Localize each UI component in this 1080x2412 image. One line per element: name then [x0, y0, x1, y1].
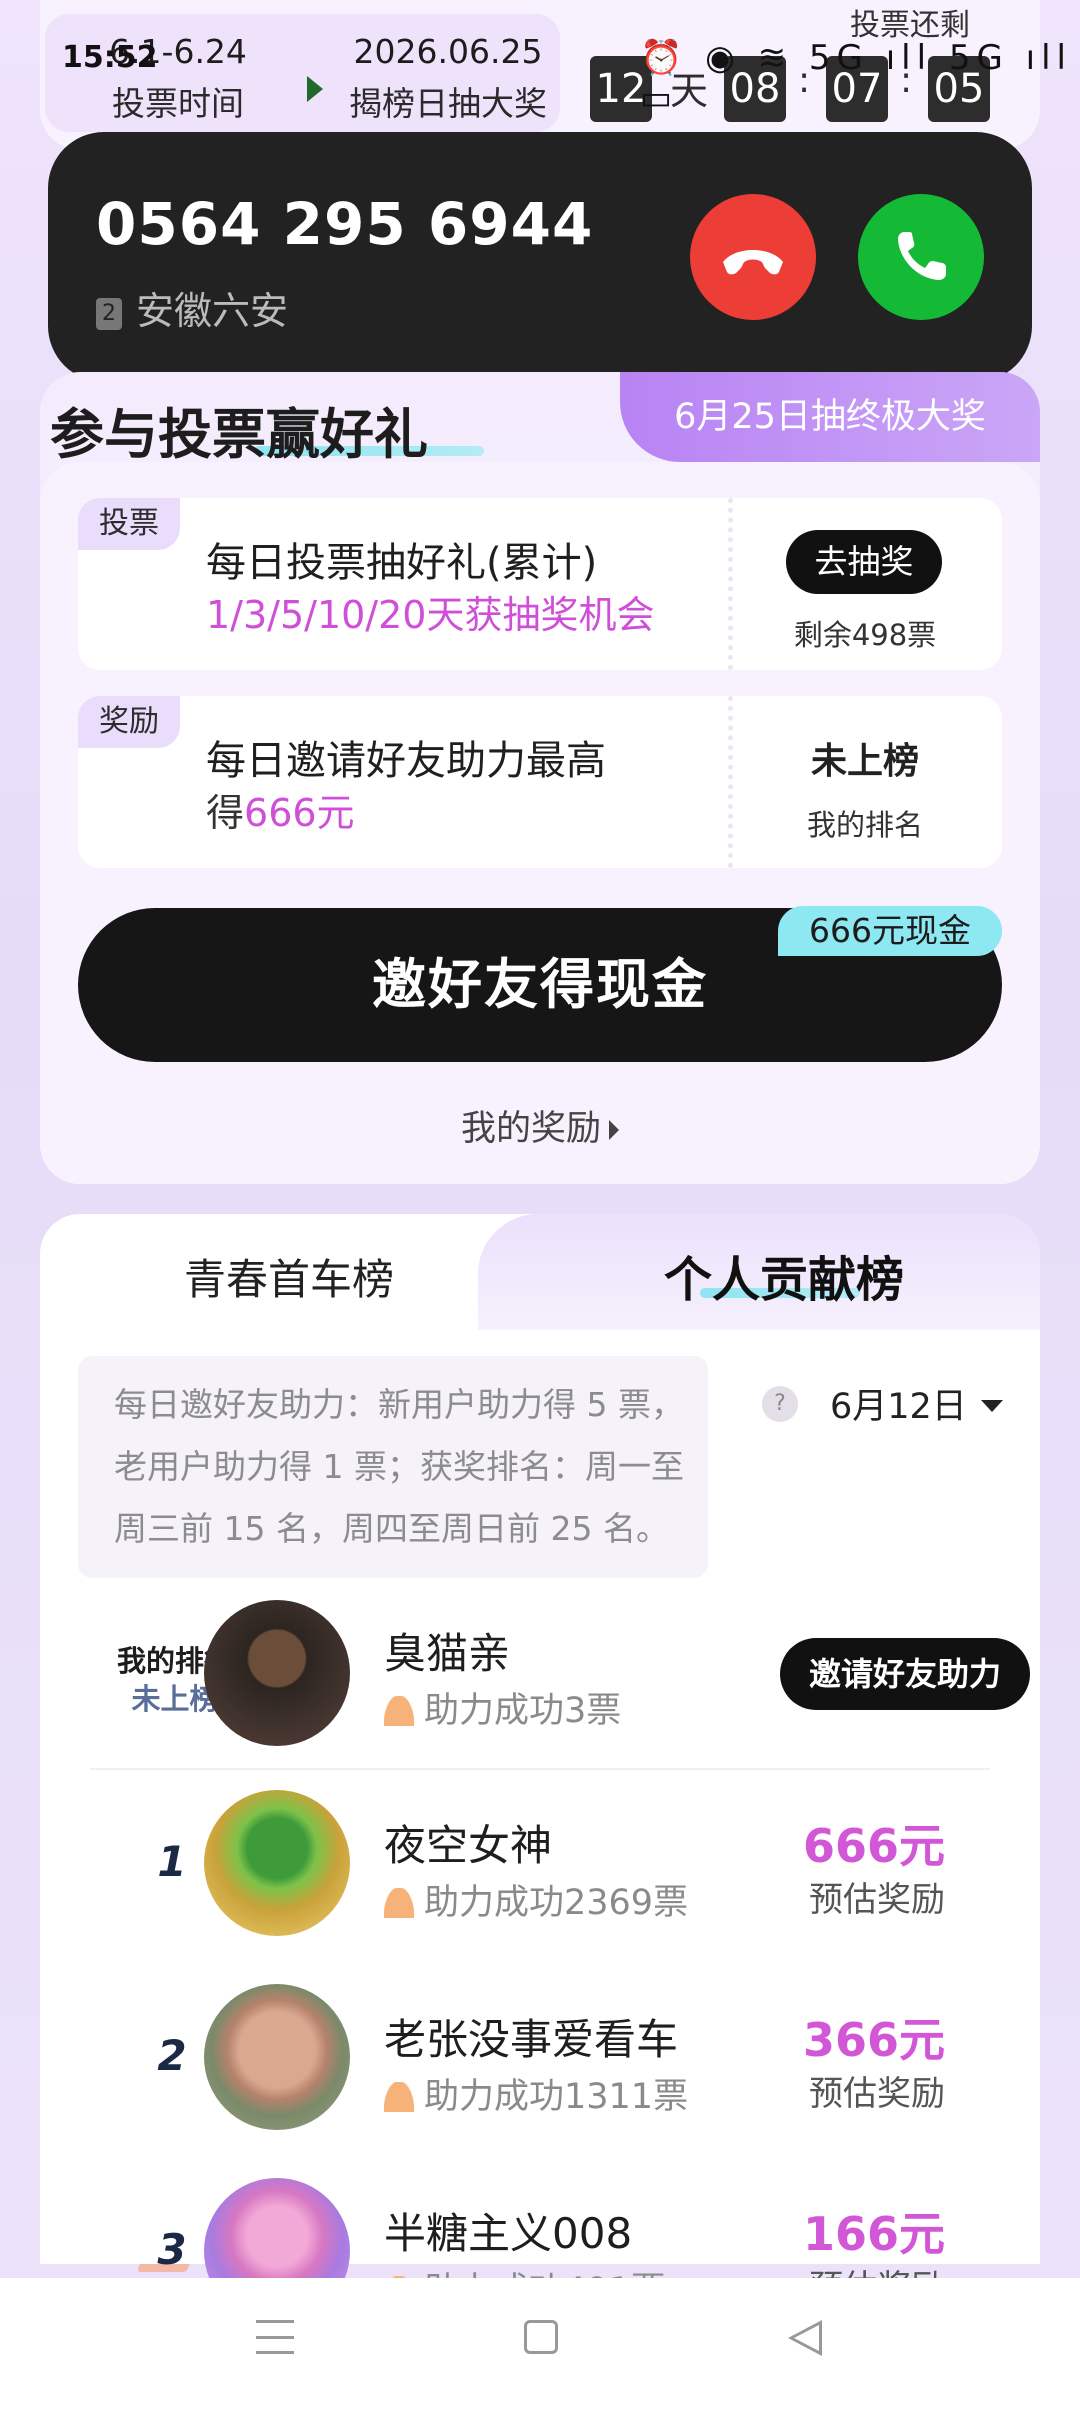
- user-name: 臭猫亲: [384, 1629, 511, 1678]
- home-icon[interactable]: [524, 2320, 558, 2354]
- task-title: 每日邀请好友助力最高: [206, 738, 606, 784]
- person-icon: [384, 1888, 414, 1918]
- person-icon: [384, 1696, 414, 1726]
- my-reward-label: 我的奖励: [460, 1109, 601, 1149]
- task-subtitle-amount: 666元: [244, 791, 355, 835]
- draw-date-label: 揭榜日抽大奖: [349, 84, 547, 123]
- rules-line: 老用户助力得 1 票；获奖排名：周一至: [114, 1447, 684, 1486]
- rules-line: 每日邀好友助力：新用户助力得 5 票，: [114, 1385, 684, 1424]
- status-icons: ⏰ ◉ ≋ 5G ıll 5G ıll ▭: [640, 38, 1072, 118]
- draw-date-value: 2026.06.25: [353, 32, 543, 71]
- tab-youth-first-car[interactable]: 青春首车榜: [184, 1246, 394, 1307]
- rank-number: 1: [144, 1836, 200, 1888]
- accept-call-button[interactable]: [858, 194, 984, 320]
- reward-label: 预估奖励: [809, 1880, 945, 1920]
- incoming-call-banner[interactable]: 0564 295 6944 2 安徽六安: [48, 132, 1032, 382]
- user-votes-text: 助力成功1311票: [424, 2077, 689, 2117]
- back-icon[interactable]: [788, 2320, 822, 2356]
- task-tag: 奖励: [78, 696, 180, 748]
- rank-number: 3: [144, 2224, 200, 2276]
- remaining-votes: 剩余498票: [793, 618, 937, 652]
- menu-icon[interactable]: [256, 2320, 294, 2354]
- my-rank-row: 我的排行 未上榜 臭猫亲 助力成功3票 邀请好友助力: [40, 1596, 1040, 1786]
- phone-icon: [898, 232, 946, 280]
- task-title: 每日投票抽好礼(累计): [206, 540, 598, 586]
- user-votes-text: 助力成功2369票: [424, 1883, 689, 1923]
- reward-amount: 666元: [802, 1819, 945, 1873]
- invite-reward-task: 奖励 每日邀请好友助力最高 得666元 未上榜 我的排名: [78, 696, 1002, 868]
- chevron-right-icon: [609, 1120, 619, 1140]
- task-subtitle: 得666元: [206, 782, 355, 837]
- caller-location: 2 安徽六安: [96, 280, 288, 335]
- user-votes: 助力成功3票: [384, 1682, 621, 1733]
- user-votes-text: 助力成功3票: [424, 1691, 622, 1731]
- play-arrow-icon: [307, 76, 323, 102]
- vote-panel-title: 参与投票赢好礼: [50, 403, 428, 466]
- reward-amount: 366元: [802, 2013, 945, 2067]
- go-draw-button[interactable]: 去抽奖: [786, 530, 942, 594]
- system-nav-bar: [0, 2278, 1080, 2412]
- daily-vote-task: 投票 每日投票抽好礼(累计) 1/3/5/10/20天获抽奖机会 去抽奖 剩余4…: [78, 498, 1002, 670]
- divider: [90, 1768, 990, 1770]
- task-subtitle-prefix: 得: [206, 791, 245, 835]
- cash-badge: 666元现金: [778, 906, 1002, 956]
- avatar[interactable]: [204, 1790, 350, 1936]
- avatar[interactable]: [204, 1984, 350, 2130]
- my-rank-status: 未上榜: [810, 741, 919, 782]
- rules-line: 周三前 15 名，周四至周日前 25 名。: [114, 1509, 669, 1548]
- chevron-down-icon: [980, 1400, 1003, 1412]
- user-votes: 助力成功1311票: [384, 2068, 688, 2119]
- avatar[interactable]: [204, 1600, 350, 1746]
- rules-text: 每日邀好友助力：新用户助力得 5 票， 老用户助力得 1 票；获奖排名：周一至 …: [78, 1356, 708, 1578]
- reward-amount: 166元: [802, 2207, 945, 2261]
- my-rank-label: 我的排名: [806, 808, 923, 842]
- tab-personal-contribution[interactable]: 个人贡献榜: [664, 1240, 904, 1310]
- reward-label: 预估奖励: [809, 2074, 945, 2114]
- user-votes: 助力成功2369票: [384, 1874, 688, 1925]
- my-reward-link[interactable]: 我的奖励: [0, 1100, 1080, 1151]
- person-icon: [384, 2082, 414, 2112]
- user-name: 夜空女神: [384, 1821, 553, 1870]
- date-selector[interactable]: 6月12日: [830, 1378, 1003, 1429]
- help-icon[interactable]: ?: [762, 1386, 798, 1422]
- task-tag: 投票: [78, 498, 180, 550]
- task-subtitle: 1/3/5/10/20天获抽奖机会: [206, 593, 655, 637]
- ranking-row: 1 夜空女神 助力成功2369票 666元 预估奖励: [40, 1790, 1040, 1980]
- sim-icon: 2: [96, 298, 122, 330]
- date-selector-value: 6月12日: [830, 1387, 967, 1427]
- user-name: 半糖主义008: [384, 2209, 633, 2258]
- user-name: 老张没事爱看车: [384, 2015, 679, 2064]
- ranking-row: 2 老张没事爱看车 助力成功1311票 366元 预估奖励: [40, 1984, 1040, 2174]
- hang-up-icon: [723, 250, 783, 275]
- invite-help-button[interactable]: 邀请好友助力: [780, 1638, 1030, 1710]
- rank-number: 2: [144, 2030, 200, 2082]
- status-time: 15:52: [62, 40, 158, 75]
- vote-start-label: 投票时间: [112, 84, 244, 123]
- caller-number: 0564 295 6944: [96, 190, 594, 258]
- draw-date: 2026.06.25 揭榜日抽大奖: [343, 32, 553, 125]
- decline-call-button[interactable]: [690, 194, 816, 320]
- task-divider: [728, 498, 733, 670]
- task-divider: [728, 696, 733, 868]
- grand-prize-tab[interactable]: 6月25日抽终极大奖: [620, 372, 1040, 462]
- caller-location-text: 安徽六安: [136, 289, 289, 333]
